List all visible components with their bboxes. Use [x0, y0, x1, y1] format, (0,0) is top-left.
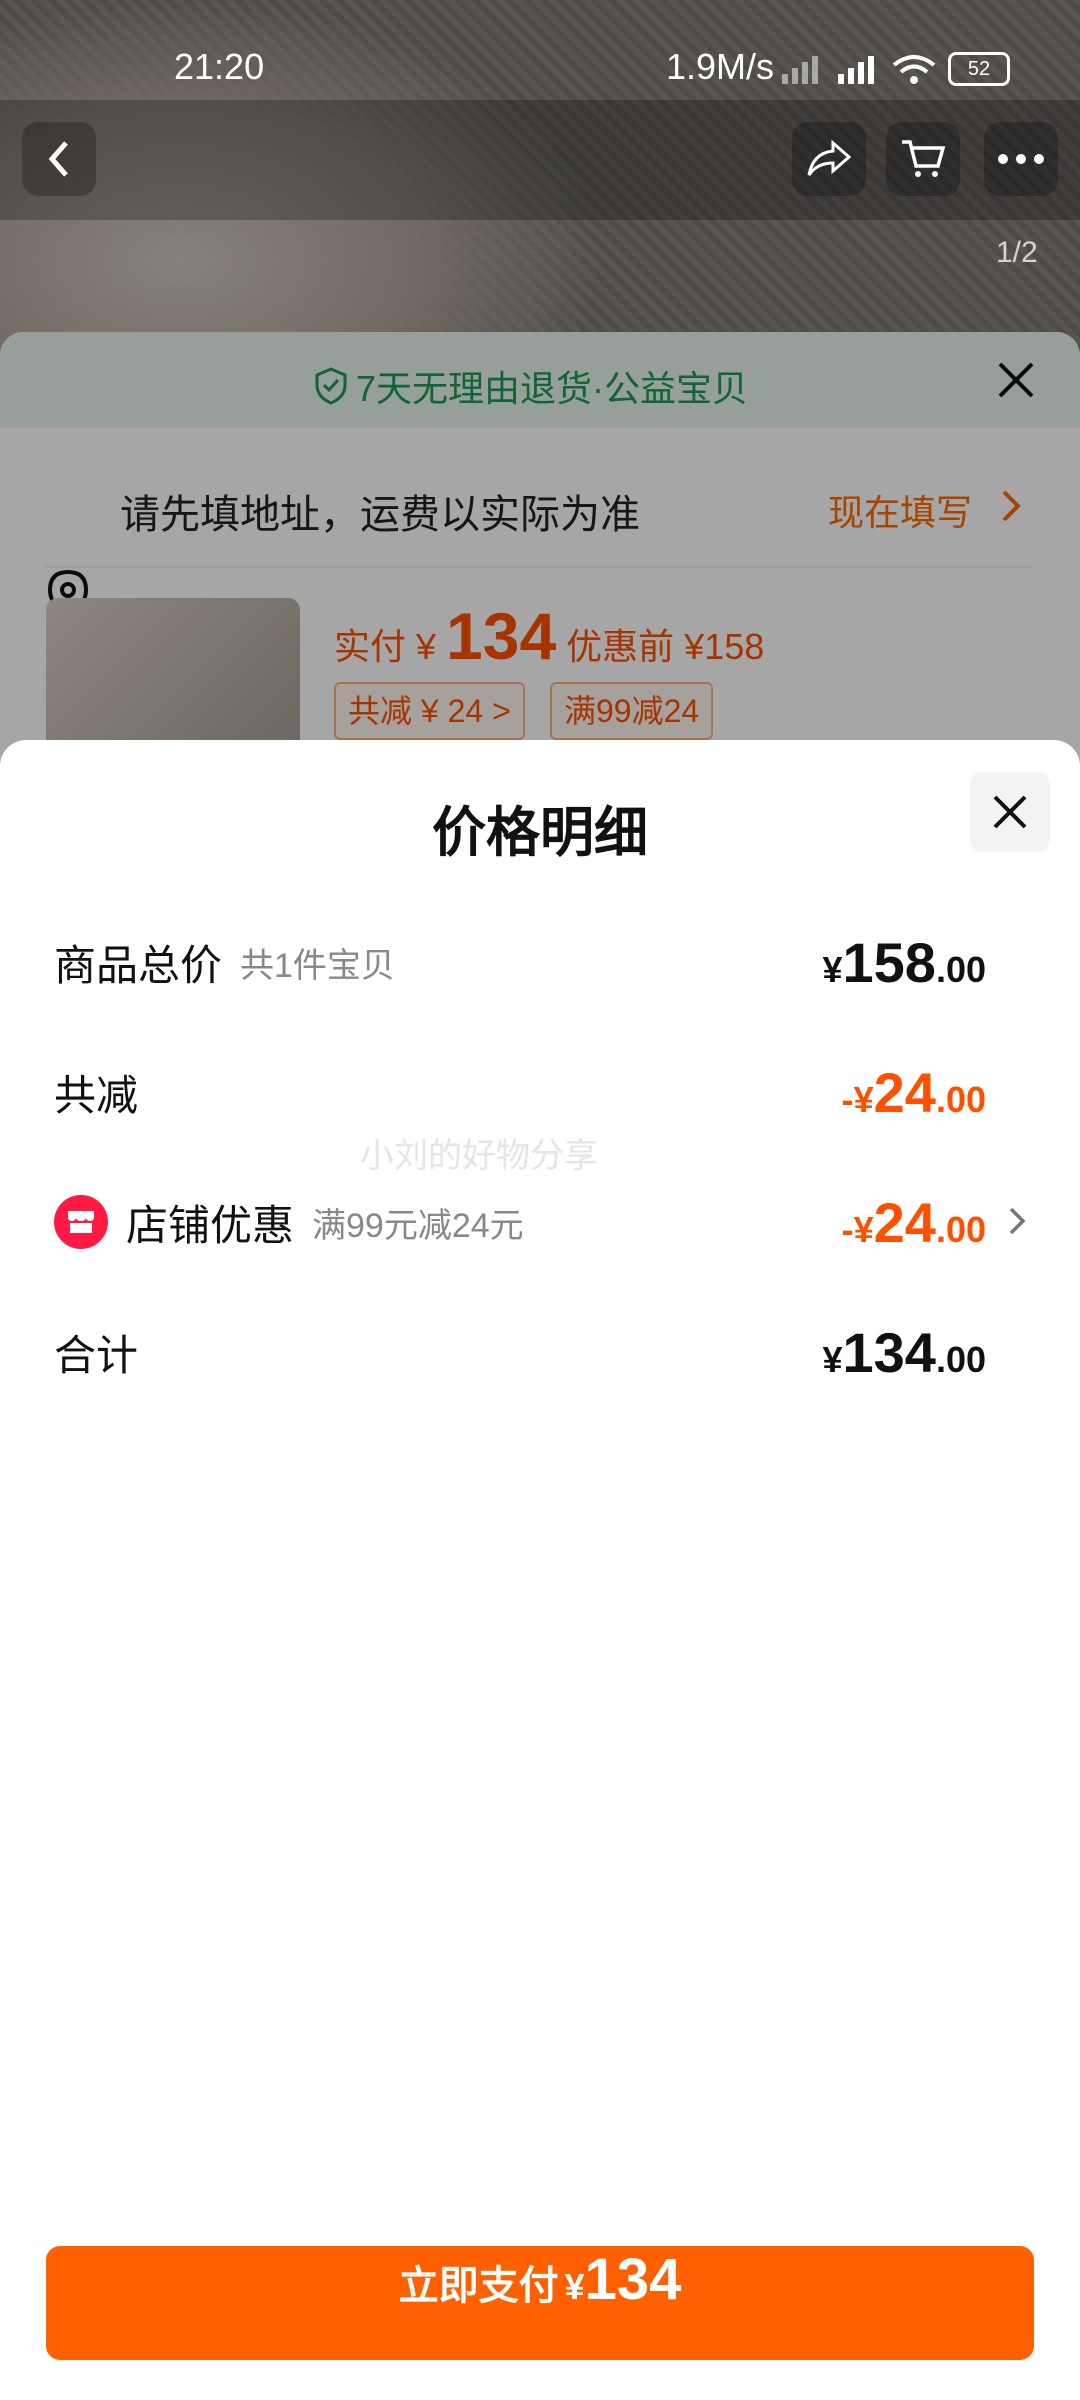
row-subtotal: 商品总价 共1件宝贝 ¥ 158 .00 — [54, 922, 1026, 1002]
amount-integer: 24 — [873, 1190, 936, 1254]
pay-now-button[interactable]: 立即支付 ¥ 134 — [46, 2246, 1034, 2360]
more-icon — [998, 154, 1044, 164]
signal-icon — [782, 56, 818, 84]
row-amount: ¥ 158 .00 — [822, 930, 986, 995]
signal-hd-icon — [838, 56, 874, 84]
battery-icon: 52 — [948, 52, 1010, 86]
status-time: 21:20 — [174, 46, 265, 87]
pay-button-label: 立即支付 — [398, 2264, 559, 2308]
status-bar: 21:20 1.9M/s 52 — [0, 0, 1080, 100]
wifi-icon — [892, 55, 936, 84]
row-sub: 共1件宝贝 — [240, 946, 395, 985]
cart-icon — [902, 140, 946, 177]
row-total: 合计 ¥ 134 .00 — [54, 1312, 1026, 1392]
chevron-right-icon — [1009, 1207, 1026, 1235]
amount-integer: 158 — [842, 930, 936, 994]
amount-symbol: ¥ — [822, 948, 843, 990]
share-icon — [807, 139, 851, 176]
modal-title: 价格明细 — [432, 803, 648, 863]
amount-decimal: .00 — [935, 948, 986, 990]
amount-symbol: ¥ — [853, 1078, 874, 1120]
row-total-discount: 共减 - ¥ 24 .00 — [54, 1052, 1026, 1132]
back-arrow-icon — [48, 141, 68, 177]
shop-icon — [54, 1195, 108, 1249]
row-amount: ¥ 134 .00 — [822, 1320, 986, 1385]
row-label: 店铺优惠 — [126, 1201, 295, 1249]
share-button[interactable] — [792, 122, 866, 196]
amount-prefix: - — [841, 1208, 854, 1250]
image-page-indicator: 1/2 — [996, 236, 1038, 269]
amount-integer: 24 — [873, 1060, 936, 1124]
back-button[interactable] — [22, 122, 96, 196]
row-label: 商品总价 — [54, 941, 223, 989]
watermark: 小刘的好物分享 — [360, 1137, 598, 1175]
amount-prefix: - — [841, 1078, 854, 1120]
status-network-speed: 1.9M/s — [666, 46, 775, 87]
row-shop-discount[interactable]: 店铺优惠 满99元减24元 - ¥ 24 .00 — [54, 1182, 1026, 1262]
status-icons: 52 — [780, 52, 1010, 86]
amount-integer: 134 — [842, 1320, 936, 1384]
more-button[interactable] — [984, 122, 1058, 196]
row-label: 共减 — [54, 1071, 139, 1119]
amount-decimal: .00 — [935, 1338, 986, 1380]
row-amount: - ¥ 24 .00 — [842, 1060, 986, 1125]
pay-button-currency: ¥ — [564, 2266, 585, 2307]
amount-decimal: .00 — [935, 1078, 986, 1120]
amount-symbol: ¥ — [822, 1338, 843, 1380]
modal-close-button[interactable] — [970, 772, 1050, 852]
row-label: 合计 — [54, 1331, 139, 1379]
amount-decimal: .00 — [935, 1208, 986, 1250]
pay-button-amount: 134 — [584, 2247, 682, 2312]
amount-symbol: ¥ — [853, 1208, 874, 1250]
row-sub: 满99元减24元 — [312, 1206, 524, 1245]
price-detail-modal: 价格明细 商品总价 共1件宝贝 ¥ 158 .00 共减 - ¥ 24 .00 … — [0, 740, 1080, 2400]
row-amount: - ¥ 24 .00 — [842, 1190, 986, 1255]
close-icon — [993, 795, 1027, 829]
cart-button[interactable] — [886, 122, 960, 196]
